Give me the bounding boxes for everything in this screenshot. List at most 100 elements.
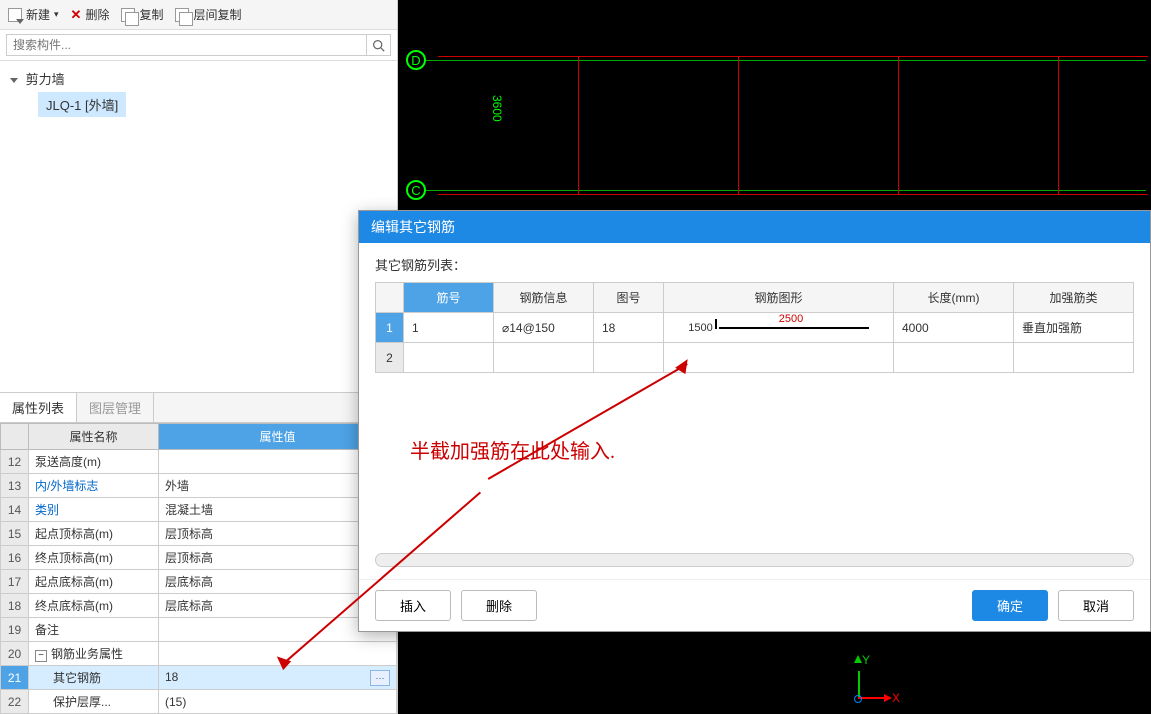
rownum: 14 bbox=[1, 498, 29, 522]
rownum: 17 bbox=[1, 570, 29, 594]
tree-item-jlq1[interactable]: JLQ-1 [外墙] bbox=[38, 92, 126, 117]
tab-layers[interactable]: 图层管理 bbox=[77, 393, 154, 422]
left-panel: 新建 ▾ ✕ 删除 复制 层间复制 剪 bbox=[0, 0, 398, 714]
prop-value[interactable]: 18⋯ bbox=[159, 666, 397, 690]
prop-row[interactable]: 12泵送高度(m) bbox=[1, 450, 397, 474]
rebar-corner-header bbox=[376, 283, 404, 313]
rownum: 21 bbox=[1, 666, 29, 690]
gridline-v3 bbox=[898, 56, 899, 194]
tree-root[interactable]: 剪力墙 bbox=[10, 67, 387, 90]
dialog-subtitle: 其它钢筋列表： bbox=[375, 255, 1134, 274]
rownum-header bbox=[1, 424, 29, 450]
copy-button[interactable]: 复制 bbox=[121, 6, 163, 23]
prop-value[interactable]: (15) bbox=[159, 690, 397, 714]
prop-row[interactable]: 16终点顶标高(m)层顶标高 bbox=[1, 546, 397, 570]
rebar-shape-header[interactable]: 钢筋图形 bbox=[664, 283, 894, 313]
gridline-c bbox=[426, 190, 1146, 191]
prop-row[interactable]: 13内/外墙标志外墙 bbox=[1, 474, 397, 498]
ellipsis-button[interactable]: ⋯ bbox=[370, 670, 390, 686]
rebar-len-cell[interactable] bbox=[894, 343, 1014, 373]
edit-other-rebar-dialog: 编辑其它钢筋 其它钢筋列表： 筋号 钢筋信息 图号 钢筋图形 长度(mm) 加强… bbox=[358, 210, 1151, 632]
prop-name: 保护层厚... bbox=[29, 690, 159, 714]
axis-y-label: Y bbox=[862, 653, 870, 667]
gridline-v1 bbox=[578, 56, 579, 194]
rownum: 22 bbox=[1, 690, 29, 714]
new-button[interactable]: 新建 ▾ bbox=[8, 6, 59, 23]
dialog-title: 编辑其它钢筋 bbox=[359, 211, 1150, 243]
search-input[interactable] bbox=[6, 34, 367, 56]
prop-row[interactable]: 15起点顶标高(m)层顶标高 bbox=[1, 522, 397, 546]
prop-row[interactable]: 21其它钢筋18⋯ bbox=[1, 666, 397, 690]
rebar-type-header[interactable]: 加强筋类 bbox=[1014, 283, 1134, 313]
rebar-info-header[interactable]: 钢筋信息 bbox=[494, 283, 594, 313]
rebar-info-cell[interactable]: ⌀14@150 bbox=[494, 313, 594, 343]
wall-top bbox=[438, 56, 1148, 57]
grid-label-c: C bbox=[406, 180, 426, 200]
ok-button[interactable]: 确定 bbox=[972, 590, 1048, 621]
dialog-delete-button[interactable]: 删除 bbox=[461, 590, 537, 621]
search-row bbox=[0, 30, 397, 61]
grid-label-d: D bbox=[406, 50, 426, 70]
layer-copy-icon bbox=[175, 8, 189, 22]
gridline-v4 bbox=[1058, 56, 1059, 194]
axis-indicator: Y X bbox=[848, 659, 888, 699]
prop-row[interactable]: 20−钢筋业务属性 bbox=[1, 642, 397, 666]
rebar-fig-cell[interactable] bbox=[594, 343, 664, 373]
tree-root-label: 剪力墙 bbox=[26, 72, 65, 87]
rownum: 20 bbox=[1, 642, 29, 666]
prop-row[interactable]: 19备注 bbox=[1, 618, 397, 642]
rownum: 16 bbox=[1, 546, 29, 570]
rebar-len-cell[interactable]: 4000 bbox=[894, 313, 1014, 343]
rebar-rownum: 2 bbox=[376, 343, 404, 373]
tab-properties[interactable]: 属性列表 bbox=[0, 393, 77, 422]
gridline-d bbox=[426, 60, 1146, 61]
prop-name: 终点底标高(m) bbox=[29, 594, 159, 618]
prop-name: 其它钢筋 bbox=[29, 666, 159, 690]
rebar-row[interactable]: 2 bbox=[376, 343, 1134, 373]
rebar-type-cell[interactable]: 垂直加强筋 bbox=[1014, 313, 1134, 343]
prop-name: 起点顶标高(m) bbox=[29, 522, 159, 546]
prop-row[interactable]: 17起点底标高(m)层底标高 bbox=[1, 570, 397, 594]
new-label: 新建 bbox=[26, 6, 50, 23]
cancel-button[interactable]: 取消 bbox=[1058, 590, 1134, 621]
prop-row[interactable]: 22保护层厚...(15) bbox=[1, 690, 397, 714]
delete-button[interactable]: ✕ 删除 bbox=[71, 6, 110, 23]
rebar-type-cell[interactable] bbox=[1014, 343, 1134, 373]
rownum: 15 bbox=[1, 522, 29, 546]
rebar-row[interactable]: 11⌀14@15018150025004000垂直加强筋 bbox=[376, 313, 1134, 343]
dimension-3600: 3600 bbox=[490, 95, 504, 122]
prop-row[interactable]: 14类别混凝土墙 bbox=[1, 498, 397, 522]
delete-icon: ✕ bbox=[71, 7, 82, 23]
rownum: 18 bbox=[1, 594, 29, 618]
prop-name: 终点顶标高(m) bbox=[29, 546, 159, 570]
prop-name: 泵送高度(m) bbox=[29, 450, 159, 474]
wall-bot bbox=[438, 194, 1148, 195]
rebar-num-cell[interactable] bbox=[404, 343, 494, 373]
insert-button[interactable]: 插入 bbox=[375, 590, 451, 621]
rebar-num-header[interactable]: 筋号 bbox=[404, 283, 494, 313]
rebar-len-header[interactable]: 长度(mm) bbox=[894, 283, 1014, 313]
prop-name: 类别 bbox=[29, 498, 159, 522]
delete-label: 删除 bbox=[85, 6, 109, 23]
layer-copy-button[interactable]: 层间复制 bbox=[175, 6, 241, 23]
rebar-info-cell[interactable] bbox=[494, 343, 594, 373]
rebar-fig-header[interactable]: 图号 bbox=[594, 283, 664, 313]
rownum: 13 bbox=[1, 474, 29, 498]
copy-icon bbox=[121, 8, 135, 22]
search-icon[interactable] bbox=[367, 34, 391, 56]
property-table: 属性名称 属性值 12泵送高度(m)13内/外墙标志外墙14类别混凝土墙15起点… bbox=[0, 423, 397, 714]
horizontal-scrollbar[interactable] bbox=[375, 553, 1134, 567]
copy-label: 复制 bbox=[139, 6, 163, 23]
rebar-shape-cell[interactable]: 15002500 bbox=[664, 313, 894, 343]
toolbar: 新建 ▾ ✕ 删除 复制 层间复制 bbox=[0, 0, 397, 30]
rownum: 12 bbox=[1, 450, 29, 474]
axis-x-label: X bbox=[892, 691, 900, 705]
component-tree: 剪力墙 JLQ-1 [外墙] bbox=[0, 61, 397, 125]
prop-name: 起点底标高(m) bbox=[29, 570, 159, 594]
prop-name: −钢筋业务属性 bbox=[29, 642, 159, 666]
rebar-shape-cell[interactable] bbox=[664, 343, 894, 373]
rebar-num-cell[interactable]: 1 bbox=[404, 313, 494, 343]
prop-name: 内/外墙标志 bbox=[29, 474, 159, 498]
rebar-fig-cell[interactable]: 18 bbox=[594, 313, 664, 343]
rebar-shape-graphic: 15002500 bbox=[672, 322, 885, 334]
